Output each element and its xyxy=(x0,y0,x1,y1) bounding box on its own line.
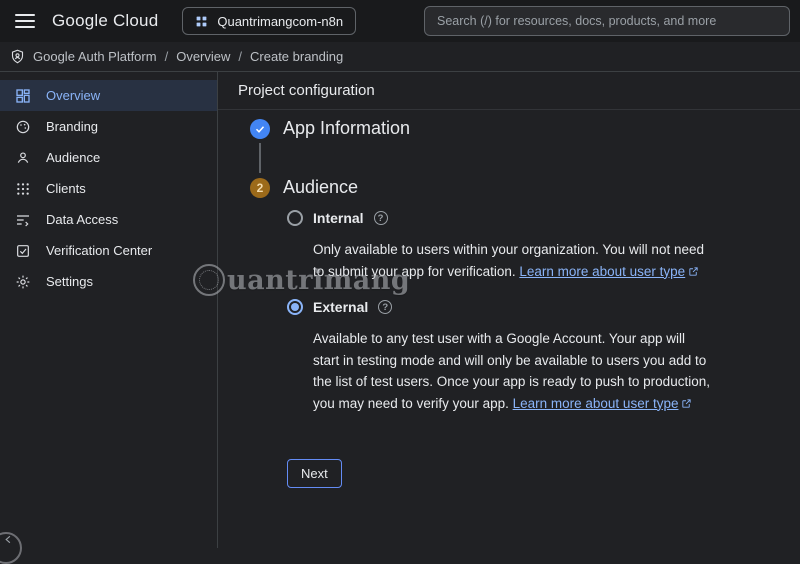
clients-icon xyxy=(14,180,32,198)
radio-internal[interactable]: Internal ? xyxy=(287,210,388,226)
project-selector[interactable]: Quantrimangcom-n8n xyxy=(182,7,357,35)
sidebar-item-label: Verification Center xyxy=(46,243,153,258)
sidebar-item-label: Settings xyxy=(46,274,93,289)
step-audience: 2 Audience xyxy=(250,177,800,198)
help-icon[interactable]: ? xyxy=(373,211,388,225)
topbar: Google Cloud Quantrimangcom-n8n xyxy=(0,0,800,42)
sidebar-item-audience[interactable]: Audience xyxy=(0,142,217,173)
learn-more-link[interactable]: Learn more about user type xyxy=(513,396,693,411)
sidebar-item-label: Data Access xyxy=(46,212,119,227)
sidebar-item-branding[interactable]: Branding xyxy=(0,111,217,142)
step-number-icon: 2 xyxy=(250,177,270,198)
breadcrumb-create-branding[interactable]: Create branding xyxy=(250,49,343,64)
internal-description: Only available to users within your orga… xyxy=(313,239,713,283)
verification-center-icon xyxy=(14,242,32,260)
radio-internal-label: Internal xyxy=(313,210,364,226)
branding-icon xyxy=(14,118,32,136)
learn-more-link-text: Learn more about user type xyxy=(512,395,679,411)
external-link-icon xyxy=(688,262,699,284)
step-label: Audience xyxy=(283,177,359,197)
sidebar-item-clients[interactable]: Clients xyxy=(0,173,217,204)
app-shell: Overview Branding Audience Clients Data … xyxy=(0,72,800,548)
project-name: Quantrimangcom-n8n xyxy=(217,13,344,29)
step-completed-icon xyxy=(250,118,270,139)
sidebar-item-data-access[interactable]: Data Access xyxy=(0,204,217,235)
external-link-icon xyxy=(681,394,692,416)
radio-external-label: External xyxy=(313,299,369,315)
overview-icon xyxy=(14,87,32,105)
breadcrumb-separator: / xyxy=(164,49,169,64)
search-input[interactable] xyxy=(424,6,790,36)
learn-more-link-text: Learn more about user type xyxy=(519,263,686,279)
external-description: Available to any test user with a Google… xyxy=(313,328,713,415)
menu-icon[interactable] xyxy=(10,6,40,36)
sidebar-item-label: Overview xyxy=(46,88,101,103)
next-button[interactable]: Next xyxy=(287,459,342,488)
sidebar-item-verification-center[interactable]: Verification Center xyxy=(0,235,217,266)
main-header: Project configuration xyxy=(218,72,800,110)
learn-more-link[interactable]: Learn more about user type xyxy=(519,264,699,279)
radio-external[interactable]: External ? xyxy=(287,299,393,315)
radio-internal-circle xyxy=(287,210,303,226)
auth-platform-icon xyxy=(10,49,25,64)
breadcrumb-overview[interactable]: Overview xyxy=(176,49,230,64)
sidebar: Overview Branding Audience Clients Data … xyxy=(0,72,218,548)
step-connector xyxy=(259,143,261,173)
audience-icon xyxy=(14,149,32,167)
step-label: App Information xyxy=(283,118,411,138)
breadcrumb-bar: Google Auth Platform / Overview / Create… xyxy=(0,42,800,72)
data-access-icon xyxy=(14,211,32,229)
sidebar-item-overview[interactable]: Overview xyxy=(0,80,217,111)
breadcrumb: Google Auth Platform / Overview / Create… xyxy=(33,49,343,64)
breadcrumb-separator: / xyxy=(238,49,243,64)
scroll-left-icon[interactable] xyxy=(3,534,14,545)
radio-external-circle xyxy=(287,299,303,315)
settings-icon xyxy=(14,273,32,291)
page-title: Project configuration xyxy=(238,82,375,99)
sidebar-item-label: Branding xyxy=(46,119,99,134)
sidebar-item-label: Audience xyxy=(46,150,101,165)
project-icon xyxy=(195,15,208,28)
step-app-information: App Information xyxy=(250,118,800,139)
sidebar-item-settings[interactable]: Settings xyxy=(0,266,217,297)
google-cloud-logo[interactable]: Google Cloud xyxy=(52,11,158,31)
project-configuration-wizard: App Information 2 Audience Internal ? On… xyxy=(218,110,800,488)
help-icon[interactable]: ? xyxy=(378,300,393,314)
breadcrumb-auth-platform[interactable]: Google Auth Platform xyxy=(33,49,157,64)
audience-step-body: Internal ? Only available to users withi… xyxy=(287,210,800,488)
sidebar-item-label: Clients xyxy=(46,181,86,196)
main-panel: Project configuration App Information 2 … xyxy=(218,72,800,548)
